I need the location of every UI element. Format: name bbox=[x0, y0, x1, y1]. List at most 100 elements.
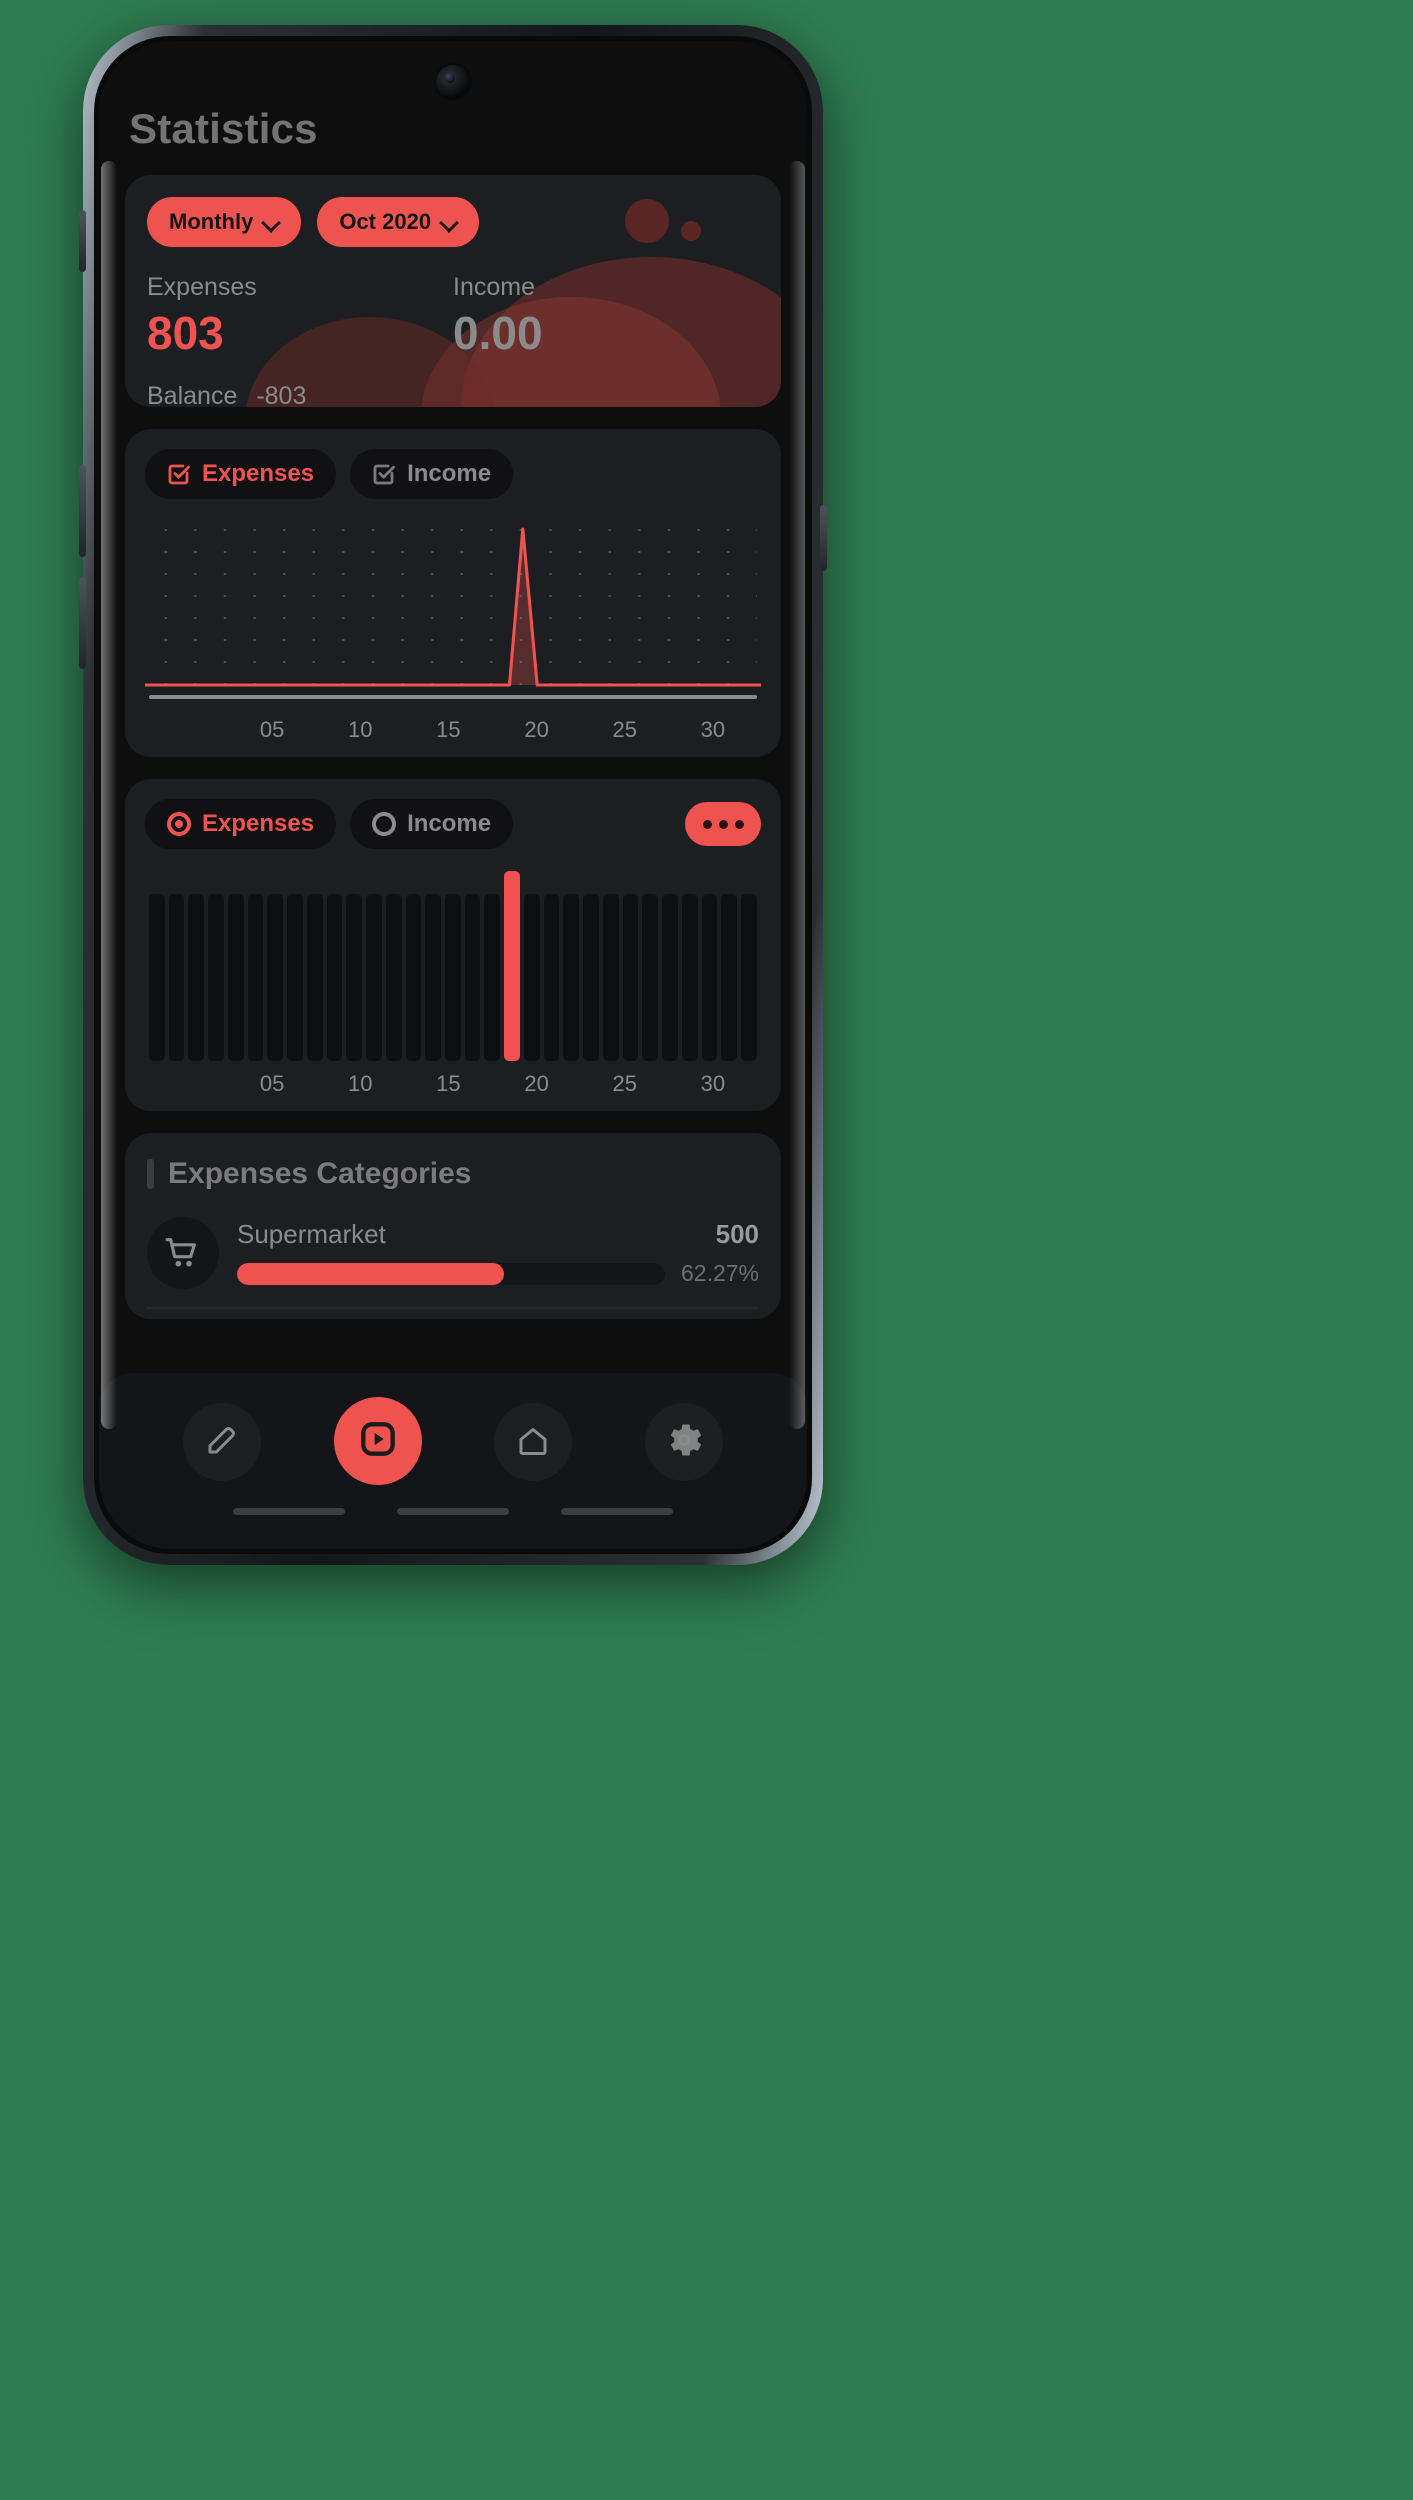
bar-chart-bar bbox=[642, 893, 659, 1061]
gesture-bar[interactable] bbox=[397, 1508, 509, 1515]
categories-header: Expenses Categories bbox=[147, 1157, 759, 1191]
x-tick: 10 bbox=[348, 1071, 373, 1096]
volume-down-button[interactable] bbox=[79, 577, 86, 669]
radio-selected-icon bbox=[167, 812, 191, 836]
bar-chart-bar bbox=[208, 893, 224, 1061]
bar-chart-plot bbox=[145, 871, 761, 1061]
line-chart-plot bbox=[145, 517, 761, 707]
checkbox-checked-icon bbox=[167, 462, 191, 486]
chevron-down-icon bbox=[263, 214, 279, 230]
gesture-bar-row bbox=[99, 1508, 807, 1515]
bottom-navigation bbox=[99, 1373, 807, 1549]
x-tick: 20 bbox=[524, 1071, 549, 1096]
income-block: Income 0.00 bbox=[453, 273, 759, 360]
category-progress-row: 62.27% bbox=[237, 1260, 759, 1287]
dot-icon bbox=[734, 819, 744, 829]
category-amount: 500 bbox=[715, 1219, 759, 1249]
tab-expenses-bar[interactable]: Expenses bbox=[145, 799, 337, 849]
bar-chart-bar bbox=[543, 893, 560, 1061]
bar-chart-bar bbox=[523, 893, 540, 1061]
nav-home-button[interactable] bbox=[494, 1403, 573, 1481]
x-tick: 30 bbox=[700, 717, 726, 742]
tab-expenses-line[interactable]: Expenses bbox=[145, 449, 337, 499]
expenses-label: Expenses bbox=[147, 273, 257, 301]
period-dropdown-label: Monthly bbox=[169, 209, 254, 234]
summary-values: Expenses 803 Income 0.00 bbox=[147, 273, 759, 360]
nav-edit-button[interactable] bbox=[183, 1403, 262, 1481]
bar-chart-bar bbox=[287, 893, 303, 1061]
nav-statistics-button[interactable] bbox=[333, 1397, 422, 1485]
tab-income-line-label: Income bbox=[407, 460, 492, 487]
income-label: Income bbox=[453, 273, 535, 301]
gesture-bar[interactable] bbox=[233, 1508, 345, 1515]
x-tick: 20 bbox=[524, 717, 549, 742]
app-root: Statistics Monthly Oct 2020 Expenses 803… bbox=[99, 41, 807, 1549]
categories-title: Expenses Categories bbox=[168, 1157, 472, 1190]
bar-chart-bar bbox=[563, 893, 580, 1061]
category-name: Supermarket bbox=[237, 1219, 386, 1249]
filter-row: Monthly Oct 2020 bbox=[147, 197, 759, 247]
play-icon bbox=[358, 1419, 398, 1464]
x-tick: 15 bbox=[436, 717, 461, 742]
category-progress-track bbox=[237, 1262, 665, 1285]
radio-unselected-icon bbox=[372, 812, 397, 836]
accent-bar bbox=[147, 1159, 154, 1189]
gesture-bar[interactable] bbox=[561, 1508, 673, 1515]
month-dropdown[interactable]: Oct 2020 bbox=[317, 197, 480, 247]
page-title: Statistics bbox=[129, 105, 318, 152]
more-options-button[interactable] bbox=[685, 802, 761, 846]
category-percent: 62.27% bbox=[680, 1260, 759, 1286]
category-top-row: Supermarket 500 bbox=[237, 1219, 759, 1250]
tab-income-bar[interactable]: Income bbox=[350, 799, 514, 849]
phone-bezel: Statistics Monthly Oct 2020 Expenses 803… bbox=[94, 36, 812, 1554]
nav-settings-button[interactable] bbox=[644, 1403, 723, 1481]
phone-screen: Statistics Monthly Oct 2020 Expenses 803… bbox=[99, 41, 807, 1549]
period-dropdown[interactable]: Monthly bbox=[147, 197, 302, 247]
category-progress-fill bbox=[237, 1262, 504, 1285]
x-tick: 25 bbox=[612, 717, 637, 742]
tab-income-line[interactable]: Income bbox=[350, 449, 514, 499]
bar-chart-bar bbox=[247, 893, 264, 1061]
home-icon bbox=[515, 1422, 551, 1463]
bar-chart-bar bbox=[227, 893, 244, 1061]
bar-chart-bar bbox=[425, 893, 442, 1061]
x-tick: 15 bbox=[436, 1071, 461, 1096]
chevron-down-icon bbox=[441, 214, 457, 230]
line-chart-series bbox=[145, 527, 761, 687]
bar-chart-card: Expenses Income 05 10 15 20 25 30 bbox=[125, 779, 781, 1111]
bar-chart-bar bbox=[504, 871, 520, 1061]
line-chart-tabs: Expenses Income bbox=[145, 449, 761, 499]
volume-up-button[interactable] bbox=[79, 465, 86, 557]
summary-card: Monthly Oct 2020 Expenses 803 Income 0.0… bbox=[125, 175, 781, 407]
balance-label: Balance bbox=[147, 382, 238, 407]
bar-chart-bar bbox=[306, 893, 323, 1061]
bar-chart-bar bbox=[602, 893, 619, 1061]
phone-button-top[interactable] bbox=[79, 210, 86, 272]
bar-chart-bar bbox=[741, 893, 757, 1061]
bar-chart-bar bbox=[346, 893, 363, 1061]
phone-frame: Statistics Monthly Oct 2020 Expenses 803… bbox=[79, 25, 827, 1565]
x-tick: 05 bbox=[259, 717, 285, 742]
income-value: 0.00 bbox=[453, 307, 543, 359]
bar-chart-bar bbox=[464, 893, 481, 1061]
list-item[interactable]: Supermarket 500 62.27% bbox=[147, 1217, 759, 1289]
bar-chart-bar bbox=[405, 893, 422, 1061]
gear-icon bbox=[665, 1421, 703, 1464]
shopping-cart-icon bbox=[147, 1217, 219, 1289]
bar-chart-bar bbox=[385, 893, 402, 1061]
category-body: Supermarket 500 62.27% bbox=[237, 1219, 759, 1287]
line-chart-x-ticks: 05 10 15 20 25 30 bbox=[145, 717, 761, 743]
chart-x-axis bbox=[149, 695, 757, 699]
expenses-categories-card: Expenses Categories Supermarket 500 62.2… bbox=[125, 1133, 781, 1319]
tab-income-bar-label: Income bbox=[407, 810, 492, 837]
x-tick: 05 bbox=[259, 1071, 285, 1096]
month-dropdown-label: Oct 2020 bbox=[339, 209, 432, 234]
bar-chart-bar bbox=[681, 893, 698, 1061]
power-button[interactable] bbox=[820, 505, 827, 571]
balance-row: Balance -803 bbox=[147, 382, 759, 407]
bar-chart-bar bbox=[326, 893, 343, 1061]
bar-chart-x-ticks: 05 10 15 20 25 30 bbox=[145, 1071, 761, 1097]
bar-chart-bar bbox=[149, 893, 165, 1061]
expenses-value: 803 bbox=[147, 307, 224, 359]
bar-chart-bar bbox=[168, 893, 185, 1061]
